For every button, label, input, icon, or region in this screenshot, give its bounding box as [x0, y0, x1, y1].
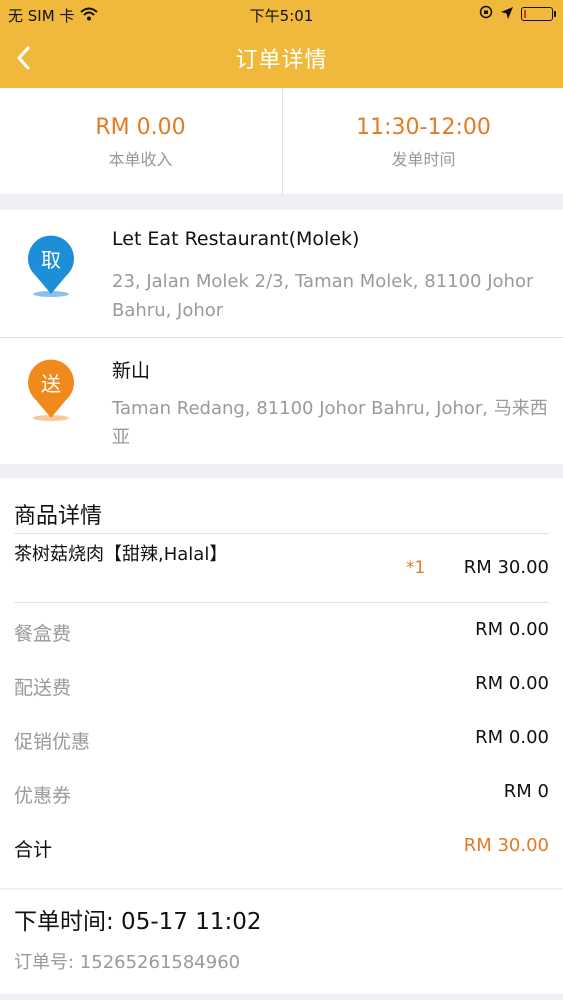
- income-summary: RM 0.00 本单收入: [0, 88, 281, 194]
- item-price: RM 30.00: [463, 557, 549, 578]
- time-value: 11:30-12:00: [356, 115, 491, 140]
- fee-value: RM 0.00: [475, 619, 549, 640]
- fee-label: 配送费: [14, 677, 72, 699]
- status-bar: 无 SIM 卡 下午5:01: [0, 0, 563, 30]
- fee-value: RM 0.00: [475, 727, 549, 748]
- order-time: 下单时间: 05-17 11:02: [14, 909, 262, 935]
- order-summary: RM 0.00 本单收入 11:30-12:00 发单时间: [0, 88, 563, 194]
- item-quantity: *1: [406, 558, 426, 578]
- income-label: 本单收入: [108, 150, 173, 169]
- delivery-pin-icon: 送: [24, 358, 78, 422]
- details-title: 商品详情: [14, 504, 103, 529]
- time-summary: 11:30-12:00 发单时间: [282, 88, 563, 194]
- coupon-row: 优惠券 RM 0: [14, 781, 549, 811]
- fee-label: 促销优惠: [14, 731, 91, 753]
- total-value: RM 30.00: [463, 835, 549, 856]
- product-details: 商品详情 茶树菇烧肉【甜辣,Halal】 *1 RM 30.00 餐盒费 RM …: [0, 478, 563, 888]
- delivery-badge: 送: [41, 372, 61, 396]
- delivery-address[interactable]: 送 新山 Taman Redang, 81100 Johor Bahru, Jo…: [0, 338, 563, 464]
- order-number: 订单号: 15265261584960: [14, 952, 241, 973]
- delivery-fee-row: 配送费 RM 0.00: [14, 673, 549, 703]
- pickup-address-text: 23, Jalan Molek 2/3, Taman Molek, 81100 …: [112, 271, 534, 321]
- divider: [14, 602, 549, 603]
- nav-bar: 订单详情: [0, 30, 563, 88]
- status-time: 下午5:01: [249, 7, 314, 25]
- address-section: 取 Let Eat Restaurant(Molek) 23, Jalan Mo…: [0, 210, 563, 464]
- location-arrow-icon: [501, 5, 513, 23]
- pickup-pin-icon: 取: [24, 234, 78, 298]
- total-row: 合计 RM 30.00: [14, 835, 549, 865]
- order-info: 下单时间: 05-17 11:02 订单号: 15265261584960: [0, 890, 563, 994]
- divider: [14, 533, 549, 534]
- page-title: 订单详情: [235, 48, 328, 73]
- delivery-address-text: Taman Redang, 81100 Johor Bahru, Johor, …: [112, 398, 548, 448]
- pickup-badge: 取: [41, 248, 61, 272]
- promotion-row: 促销优惠 RM 0.00: [14, 727, 549, 757]
- rotation-lock-icon: [479, 5, 493, 23]
- item-name: 茶树菇烧肉【甜辣,Halal】: [14, 544, 228, 565]
- total-label: 合计: [14, 839, 53, 861]
- delivery-name: 新山: [112, 360, 151, 382]
- box-fee-row: 餐盒费 RM 0.00: [14, 619, 549, 649]
- income-value: RM 0.00: [95, 115, 186, 140]
- battery-icon: [521, 7, 556, 21]
- fee-value: RM 0.00: [475, 673, 549, 694]
- fee-label: 餐盒费: [14, 623, 72, 645]
- time-label: 发单时间: [391, 150, 456, 169]
- pickup-address[interactable]: 取 Let Eat Restaurant(Molek) 23, Jalan Mo…: [0, 210, 563, 338]
- pickup-name: Let Eat Restaurant(Molek): [112, 228, 360, 250]
- fee-label: 优惠券: [14, 785, 72, 807]
- bottom-spacer: [0, 994, 563, 1000]
- header-bar: 无 SIM 卡 下午5:01 订单详情: [0, 0, 563, 88]
- fee-value: RM 0: [503, 781, 549, 802]
